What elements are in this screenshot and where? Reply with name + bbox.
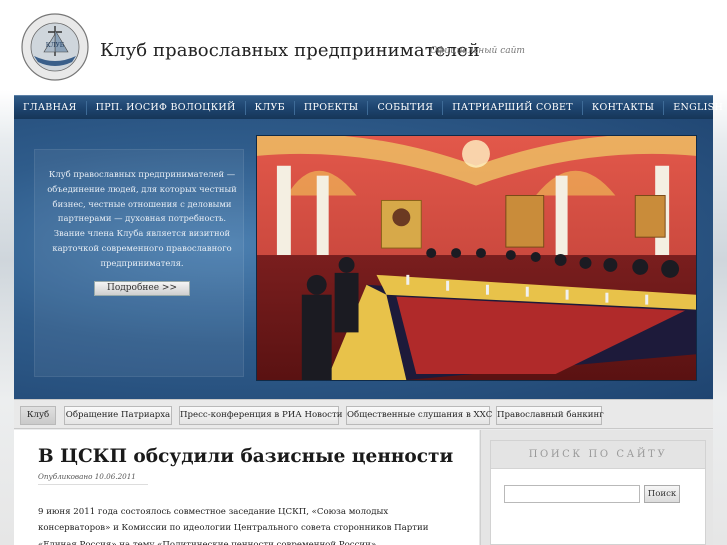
nav-item-home[interactable]: ГЛАВНАЯ [14,100,87,115]
club-logo-icon[interactable]: КЛУБ [20,12,90,82]
main-content: В ЦСКП обсудили базисные ценности Опубли… [14,430,479,545]
more-button[interactable]: Подробнее >> [94,280,190,296]
banner-description: Клуб православных предпринимателей — объ… [42,167,242,296]
site-title[interactable]: Клуб православных предпринимателей [100,40,480,61]
svg-text:КЛУБ: КЛУБ [46,42,65,49]
tab-orthodox-banking[interactable]: Православный банкинг [496,406,604,425]
site-tagline: Официальный сайт [430,46,525,56]
nav-item-projects[interactable]: ПРОЕКТЫ [295,100,369,115]
post-title[interactable]: В ЦСКП обсудили базисные ценности [38,446,453,467]
banner-description-text: Клуб православных предпринимателей — объ… [47,169,237,268]
main-navigation: ГЛАВНАЯ ПРП. ИОСИФ ВОЛОЦКИЙ КЛУБ ПРОЕКТЫ… [14,95,723,119]
search-input[interactable] [504,485,640,503]
meeting-photo [256,135,697,381]
sidebar: ПОИСК ПО САЙТУ Поиск [480,430,713,545]
tab-club[interactable]: Клуб [20,406,56,425]
nav-item-events[interactable]: СОБЫТИЯ [368,100,444,115]
search-heading: ПОИСК ПО САЙТУ [491,441,705,469]
hero-banner: Клуб православных предпринимателей — объ… [14,119,713,399]
nav-item-patriarch-council[interactable]: ПАТРИАРШИЙ СОВЕТ [443,100,583,115]
post-body: 9 июня 2011 года состоялось совместное з… [38,507,429,545]
nav-item-iosif[interactable]: ПРП. ИОСИФ ВОЛОЦКИЙ [87,100,246,115]
tab-public-hearings[interactable]: Общественные слушания в ХХС [346,406,492,425]
post-date: Опубликовано 10.06.2011 [38,472,148,485]
search-widget: ПОИСК ПО САЙТУ Поиск [490,440,706,545]
nav-item-english[interactable]: ENGLISH [664,101,727,115]
nav-item-club[interactable]: КЛУБ [246,100,295,115]
tab-patriarch-address[interactable]: Обращение Патриарха [64,406,172,425]
site-header: КЛУБ Клуб православных предпринимателей … [0,0,727,92]
search-button[interactable]: Поиск [644,485,680,503]
tab-press-conference[interactable]: Пресс-конференция в РИА Новости [179,406,342,425]
nav-item-contacts[interactable]: КОНТАКТЫ [583,100,665,115]
tab-bar: Клуб Обращение Патриарха Пресс-конференц… [14,399,713,429]
